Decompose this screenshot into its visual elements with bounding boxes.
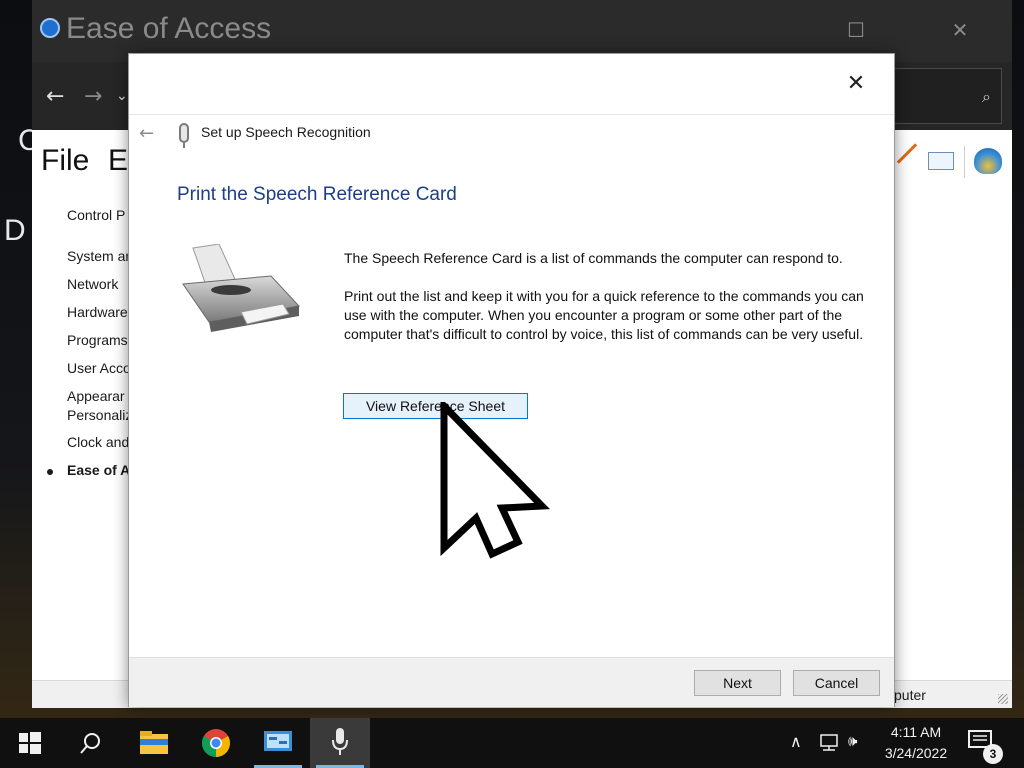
menu-edit[interactable]: E — [108, 144, 128, 178]
page-heading: Print the Speech Reference Card — [177, 184, 457, 205]
dialog-header: ← Set up Speech Recognition — [129, 114, 894, 154]
folder-icon — [140, 731, 168, 754]
desktop-text-d: D — [4, 214, 26, 247]
mouse-pointer-icon — [440, 402, 550, 559]
shell-icon[interactable] — [974, 148, 1002, 174]
control-panel-icon — [264, 731, 292, 751]
search-icon — [80, 733, 100, 754]
sidebar-item-network[interactable]: Network — [67, 276, 118, 292]
dialog-title: Set up Speech Recognition — [201, 124, 371, 140]
taskbar: ∧ 🕪 4:11 AM 3/24/2022 3 — [0, 718, 1024, 768]
chevron-up-icon[interactable]: ∧ — [790, 732, 802, 751]
back-arrow-icon[interactable]: ← — [139, 123, 154, 144]
mail-icon[interactable] — [928, 152, 954, 170]
search-icon: ⌕ — [982, 87, 991, 106]
taskbar-speech-recognition[interactable] — [310, 718, 370, 768]
windows-icon — [19, 732, 41, 754]
menu-file[interactable]: File — [41, 144, 89, 178]
clock-time: 4:11 AM — [890, 724, 942, 740]
taskbar-file-explorer[interactable] — [124, 718, 184, 768]
chevron-down-icon[interactable]: ⌄ — [116, 88, 128, 104]
intro-text: The Speech Reference Card is a list of c… — [344, 250, 843, 266]
printer-icon — [182, 244, 300, 332]
sidebar-item-personalization[interactable]: Personaliz — [67, 407, 132, 423]
cancel-button[interactable]: Cancel — [793, 670, 880, 696]
resize-grip-icon[interactable] — [998, 694, 1008, 704]
ease-of-access-icon — [40, 18, 60, 38]
sidebar-item-clock[interactable]: Clock and — [67, 434, 129, 450]
start-button[interactable] — [0, 718, 60, 768]
microphone-icon — [179, 123, 189, 148]
sidebar-item-control-panel[interactable]: Control P — [67, 207, 125, 223]
sidebar-item-programs[interactable]: Programs — [67, 332, 128, 348]
taskbar-search-button[interactable] — [60, 718, 120, 768]
back-arrow-icon[interactable]: ← — [46, 84, 64, 109]
taskbar-chrome[interactable] — [186, 718, 246, 768]
sidebar-item-ease-of-access[interactable]: Ease of A — [67, 462, 130, 478]
forward-arrow-icon[interactable]: → — [84, 84, 102, 109]
next-button[interactable]: Next — [694, 670, 781, 696]
taskbar-clock[interactable]: 4:11 AM 3/24/2022 — [880, 722, 952, 764]
taskbar-control-panel[interactable] — [248, 718, 308, 768]
sidebar-item-system[interactable]: System ar — [67, 248, 130, 264]
sidebar-item-user-accounts[interactable]: User Acco — [67, 360, 131, 376]
active-bullet — [47, 469, 53, 475]
instructions-text: Print out the list and keep it with you … — [344, 288, 864, 342]
close-icon[interactable]: ✕ — [844, 72, 868, 96]
sidebar-item-hardware[interactable]: Hardware — [67, 304, 128, 320]
microphone-icon — [332, 728, 348, 755]
speech-setup-dialog: ✕ ← Set up Speech Recognition Print the … — [128, 53, 895, 707]
sidebar-item-appearance[interactable]: Appearar — [67, 388, 125, 404]
status-text: puter — [894, 687, 926, 703]
volume-icon[interactable]: 🕪 — [848, 732, 857, 750]
network-icon[interactable] — [818, 734, 840, 752]
close-icon[interactable]: ✕ — [940, 18, 980, 42]
maximize-icon[interactable]: ☐ — [836, 18, 876, 42]
clock-date: 3/24/2022 — [884, 745, 948, 761]
search-input[interactable]: ⌕ — [894, 68, 1002, 124]
toolbar-divider — [964, 146, 965, 178]
chrome-icon — [202, 729, 230, 757]
cp-window-title: Ease of Access — [66, 12, 272, 45]
dialog-footer: Next Cancel — [129, 657, 894, 707]
notification-count-badge: 3 — [983, 744, 1003, 764]
